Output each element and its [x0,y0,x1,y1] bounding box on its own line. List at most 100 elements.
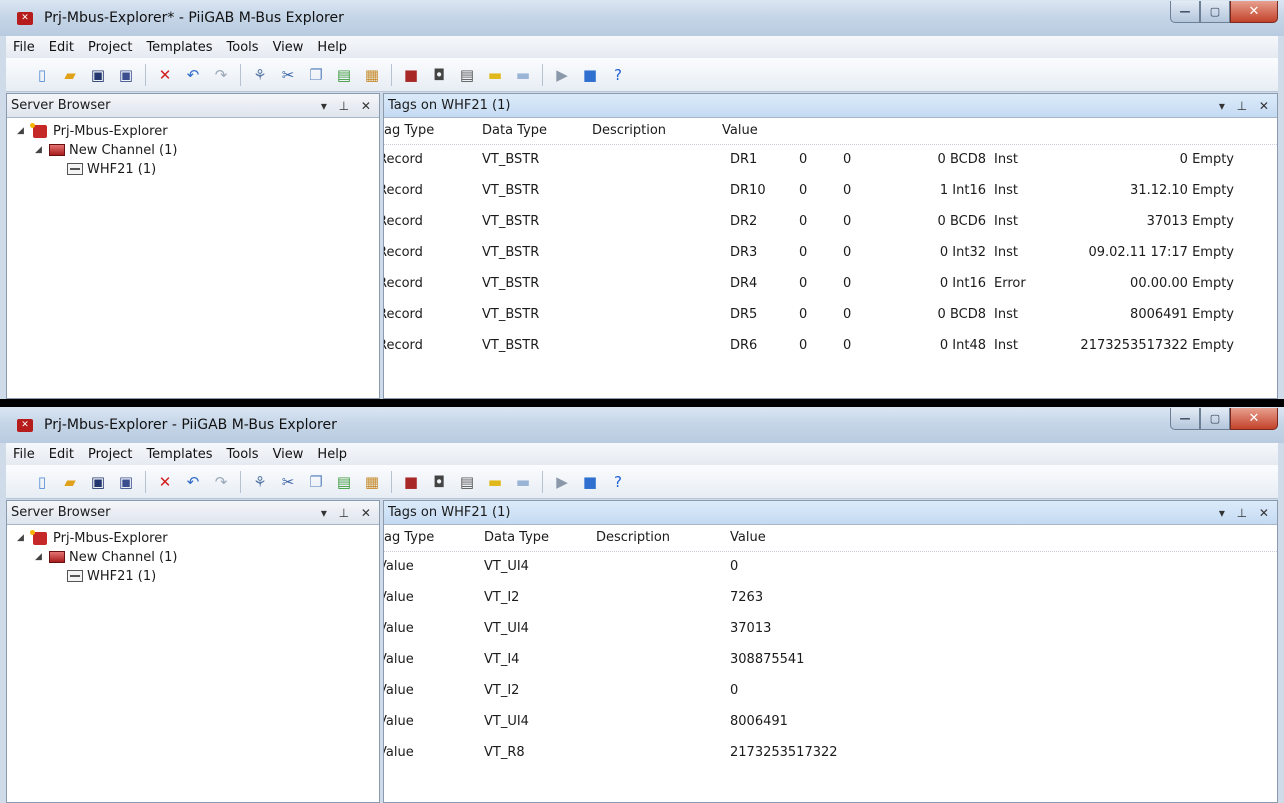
column-header[interactable]: Description [592,123,666,138]
tree-node-channel[interactable]: ◢ New Channel (1) [7,548,379,567]
table-row[interactable]: RecordVT_BSTRDR1000 BCD8Inst0 Empty [384,145,1277,176]
menu-templates[interactable]: Templates [139,447,219,462]
properties-icon[interactable]: ▦ [362,472,382,492]
app-icon[interactable]: ✕ [17,419,33,432]
cut-icon[interactable]: ✂ [278,472,298,492]
table-row[interactable]: Value VT_I2 7263 [384,583,1277,614]
pane-controls[interactable]: ▾ ⊥ ✕ [1219,94,1273,118]
play-icon[interactable]: ▶ [552,65,572,85]
minimize-button[interactable]: — [1170,408,1200,430]
copy-icon[interactable]: ❐ [306,472,326,492]
column-header[interactable]: Value [730,530,766,545]
expand-arrow-icon[interactable]: ◢ [35,141,42,160]
redo-icon[interactable]: ↷ [211,472,231,492]
device-frame-icon[interactable]: ▤ [457,65,477,85]
tag-add-icon[interactable]: ▬ [485,472,505,492]
save-icon[interactable]: ▣ [88,65,108,85]
table-row[interactable]: Value VT_R8 2173253517322 [384,738,1277,769]
save-icon[interactable]: ▣ [88,472,108,492]
stop-icon[interactable]: ■ [580,65,600,85]
tag-icon[interactable]: ▬ [513,65,533,85]
redo-icon[interactable]: ↷ [211,65,231,85]
menu-templates[interactable]: Templates [139,40,219,55]
tree-node-project[interactable]: ◢ Prj-Mbus-Explorer [7,122,379,141]
column-header[interactable]: ag Type [384,123,434,138]
delete-icon[interactable]: ✕ [155,472,175,492]
maximize-button[interactable]: ▢ [1200,1,1230,23]
menu-help[interactable]: Help [310,40,354,55]
undo-icon[interactable]: ↶ [183,472,203,492]
pane-controls[interactable]: ▾ ⊥ ✕ [321,501,375,525]
menu-file[interactable]: File [6,447,42,462]
open-folder-icon[interactable]: ▰ [60,472,80,492]
open-folder-icon[interactable]: ▰ [60,65,80,85]
table-row[interactable]: RecordVT_BSTRDR4000 Int16Error00.00.00 E… [384,269,1277,300]
tag-icon[interactable]: ▬ [513,472,533,492]
column-header[interactable]: Description [596,530,670,545]
menu-project[interactable]: Project [81,40,139,55]
close-button[interactable]: ✕ [1230,1,1278,23]
device-frame-icon[interactable]: ▤ [457,472,477,492]
connect-icon[interactable]: ⚘ [250,65,270,85]
channel-icon[interactable]: ■ [401,65,421,85]
expand-arrow-icon[interactable]: ◢ [17,529,24,548]
menu-edit[interactable]: Edit [42,40,81,55]
new-icon[interactable]: ▯ [32,65,52,85]
table-row[interactable]: Value VT_UI4 8006491 [384,707,1277,738]
column-header[interactable]: Data Type [482,123,547,138]
cut-icon[interactable]: ✂ [278,65,298,85]
table-row[interactable]: Value VT_UI4 37013 [384,614,1277,645]
menu-project[interactable]: Project [81,447,139,462]
table-row[interactable]: Value VT_UI4 0 [384,552,1277,583]
tree-node-device[interactable]: WHF21 (1) [7,567,379,586]
tree-node-channel[interactable]: ◢ New Channel (1) [7,141,379,160]
stop-icon[interactable]: ■ [580,472,600,492]
save-all-icon[interactable]: ▣ [116,65,136,85]
pane-controls[interactable]: ▾ ⊥ ✕ [321,94,375,118]
app-icon[interactable]: ✕ [17,12,33,25]
tag-add-icon[interactable]: ▬ [485,65,505,85]
paste-icon[interactable]: ▤ [334,472,354,492]
expand-arrow-icon[interactable]: ◢ [17,122,24,141]
table-row[interactable]: RecordVT_BSTRDR10001 Int16Inst31.12.10 E… [384,176,1277,207]
table-row[interactable]: RecordVT_BSTRDR6000 Int48Inst21732535173… [384,331,1277,362]
channel-icon[interactable]: ■ [401,472,421,492]
table-row[interactable]: RecordVT_BSTRDR5000 BCD8Inst8006491 Empt… [384,300,1277,331]
menu-tools[interactable]: Tools [220,40,266,55]
properties-icon[interactable]: ▦ [362,65,382,85]
device-icon[interactable]: ◘ [429,472,449,492]
tree-node-device[interactable]: WHF21 (1) [7,160,379,179]
table-row[interactable]: RecordVT_BSTRDR2000 BCD6Inst37013 Empty [384,207,1277,238]
connect-icon[interactable]: ⚘ [250,472,270,492]
table-row[interactable]: RecordVT_BSTRDR3000 Int32Inst09.02.11 17… [384,238,1277,269]
table-row[interactable]: Value VT_I2 0 [384,676,1277,707]
menu-view[interactable]: View [266,40,311,55]
new-icon[interactable]: ▯ [32,472,52,492]
table-row[interactable]: Value VT_I4 308875541 [384,645,1277,676]
paste-icon[interactable]: ▤ [334,65,354,85]
play-icon[interactable]: ▶ [552,472,572,492]
column-header[interactable]: ag Type [384,530,434,545]
column-header[interactable]: Value [722,123,758,138]
column-header[interactable]: Data Type [484,530,549,545]
menu-tools[interactable]: Tools [220,447,266,462]
menu-view[interactable]: View [266,447,311,462]
minimize-button[interactable]: — [1170,1,1200,23]
delete-icon[interactable]: ✕ [155,65,175,85]
title-bar[interactable]: ✕ Prj-Mbus-Explorer - PiiGAB M-Bus Explor… [0,407,1284,443]
pane-controls[interactable]: ▾ ⊥ ✕ [1219,501,1273,525]
menu-file[interactable]: File [6,40,42,55]
menu-edit[interactable]: Edit [42,447,81,462]
menu-help[interactable]: Help [310,447,354,462]
tree-node-project[interactable]: ◢ Prj-Mbus-Explorer [7,529,379,548]
help-icon[interactable]: ? [608,65,628,85]
title-bar[interactable]: ✕ Prj-Mbus-Explorer* - PiiGAB M-Bus Explo… [0,0,1284,36]
maximize-button[interactable]: ▢ [1200,408,1230,430]
copy-icon[interactable]: ❐ [306,65,326,85]
help-icon[interactable]: ? [608,472,628,492]
expand-arrow-icon[interactable]: ◢ [35,548,42,567]
device-icon[interactable]: ◘ [429,65,449,85]
undo-icon[interactable]: ↶ [183,65,203,85]
close-button[interactable]: ✕ [1230,408,1278,430]
save-all-icon[interactable]: ▣ [116,472,136,492]
